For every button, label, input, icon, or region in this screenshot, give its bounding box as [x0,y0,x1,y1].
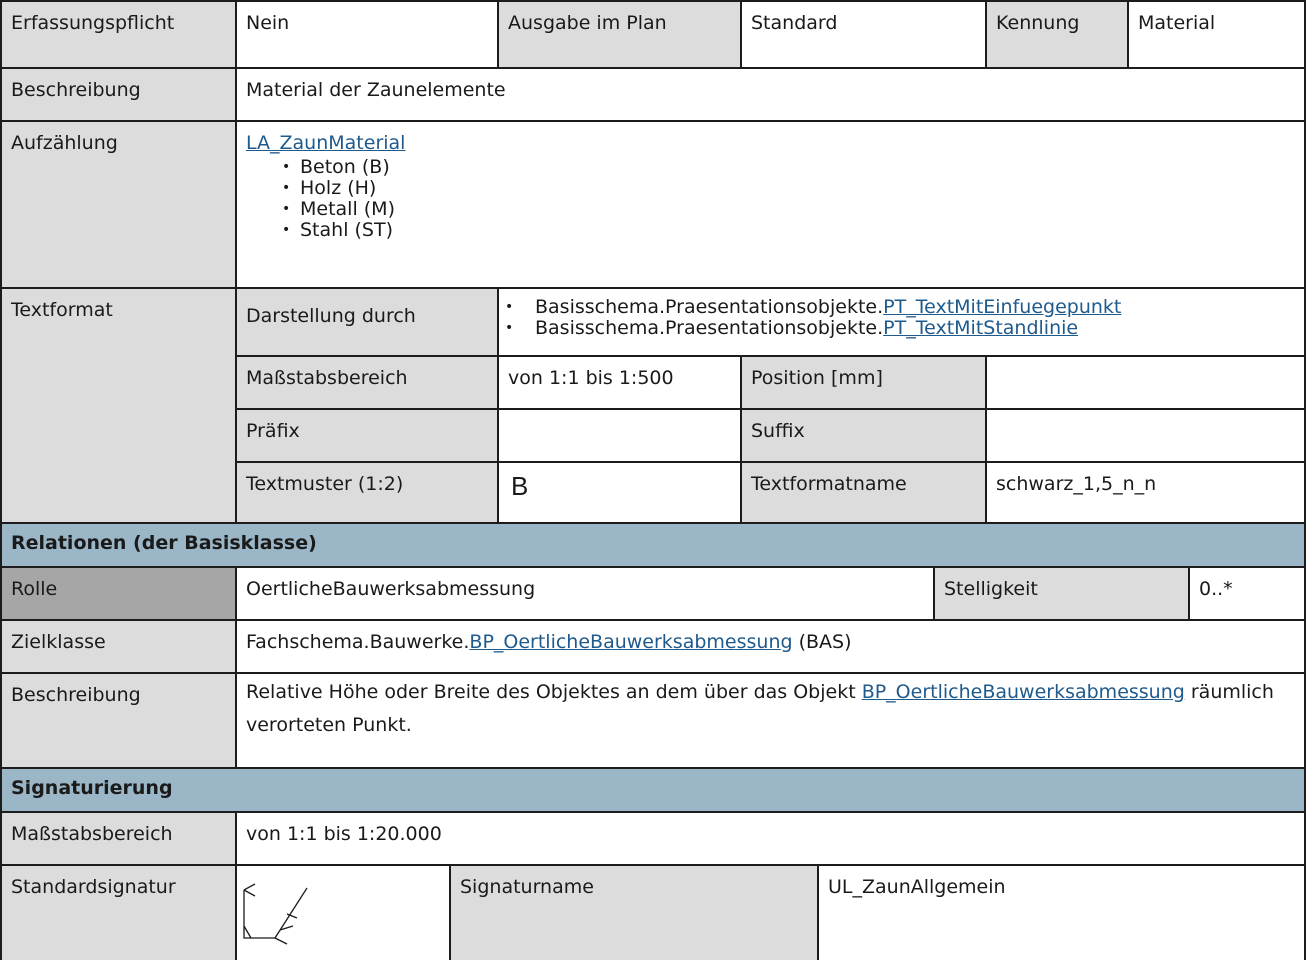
ausgabe-im-plan-value: Standard [740,0,987,69]
darstellung-list: Basisschema.Praesentationsobjekte.PT_Tex… [501,296,1295,340]
zielklasse-value: Fachschema.Bauwerke.BP_OertlicheBauwerks… [235,619,1306,674]
textformatname-value: schwarz_1,5_n_n [985,461,1306,524]
beschreibung-label: Beschreibung [0,67,237,122]
ausgabe-im-plan-label: Ausgabe im Plan [497,0,742,69]
list-item: Holz (H) [282,178,1295,200]
textmuster-sample: B [511,471,529,501]
zielklasse-label: Zielklasse [0,619,237,674]
praefix-label: Präfix [235,408,499,463]
textmuster-label: Textmuster (1:2) [235,461,499,524]
signaturierung-header: Signaturierung [0,767,1306,813]
stelligkeit-value: 0..* [1188,566,1306,621]
pt-textmitstandlinie-link[interactable]: PT_TextMitStandlinie [883,317,1078,339]
sig-massstabsbereich-label: Maßstabsbereich [0,811,237,866]
list-item: Stahl (ST) [282,220,1295,242]
standardsignatur-symbol [235,864,451,960]
praefix-value [497,408,742,463]
list-item: Basisschema.Praesentationsobjekte.PT_Tex… [501,317,1295,340]
signaturname-label: Signaturname [449,864,819,960]
aufzaehlung-label: Aufzählung [0,120,237,289]
kennung-label: Kennung [985,0,1129,69]
kennung-value: Material [1127,0,1306,69]
fence-signature-icon [243,883,308,945]
aufzaehlung-list: Beton (B) Holz (H) Metall (M) Stahl (ST) [246,157,1295,242]
position-value [985,355,1306,410]
list-item: Beton (B) [282,157,1295,179]
sig-massstabsbereich-value: von 1:1 bis 1:20.000 [235,811,1306,866]
massstabsbereich-label: Maßstabsbereich [235,355,499,410]
beschreibung-value: Material der Zaunelemente [235,67,1306,122]
position-label: Position [mm] [740,355,987,410]
list-item: Metall (M) [282,199,1295,221]
darstellung-durch-label: Darstellung durch [235,287,499,357]
textmuster-value: B [497,461,742,524]
la-zaunmaterial-link[interactable]: LA_ZaunMaterial [246,132,405,154]
relation-beschreibung-label: Beschreibung [0,672,237,769]
stelligkeit-label: Stelligkeit [933,566,1190,621]
zielklasse-link[interactable]: BP_OertlicheBauwerksabmessung [469,631,792,653]
aufzaehlung-cell: LA_ZaunMaterial Beton (B) Holz (H) Metal… [235,120,1306,289]
suffix-label: Suffix [740,408,987,463]
beschreibung-link[interactable]: BP_OertlicheBauwerksabmessung [862,681,1185,703]
massstabsbereich-value: von 1:1 bis 1:500 [497,355,742,410]
rolle-label: Rolle [0,566,237,621]
erfassungspflicht-value: Nein [235,0,499,69]
darstellung-durch-value: Basisschema.Praesentationsobjekte.PT_Tex… [497,287,1306,357]
signaturname-value: UL_ZaunAllgemein [817,864,1306,960]
pt-textmiteinfuegepunkt-link[interactable]: PT_TextMitEinfuegepunkt [883,296,1121,318]
textformatname-label: Textformatname [740,461,987,524]
rolle-value: OertlicheBauwerksabmessung [235,566,935,621]
suffix-value [985,408,1306,463]
erfassungspflicht-label: Erfassungspflicht [0,0,237,69]
relationen-header: Relationen (der Basisklasse) [0,522,1306,568]
textformat-label: Textformat [0,287,237,524]
list-item: Basisschema.Praesentationsobjekte.PT_Tex… [501,296,1295,319]
relation-beschreibung-value: Relative Höhe oder Breite des Objektes a… [235,672,1306,769]
standardsignatur-label: Standardsignatur [0,864,237,960]
